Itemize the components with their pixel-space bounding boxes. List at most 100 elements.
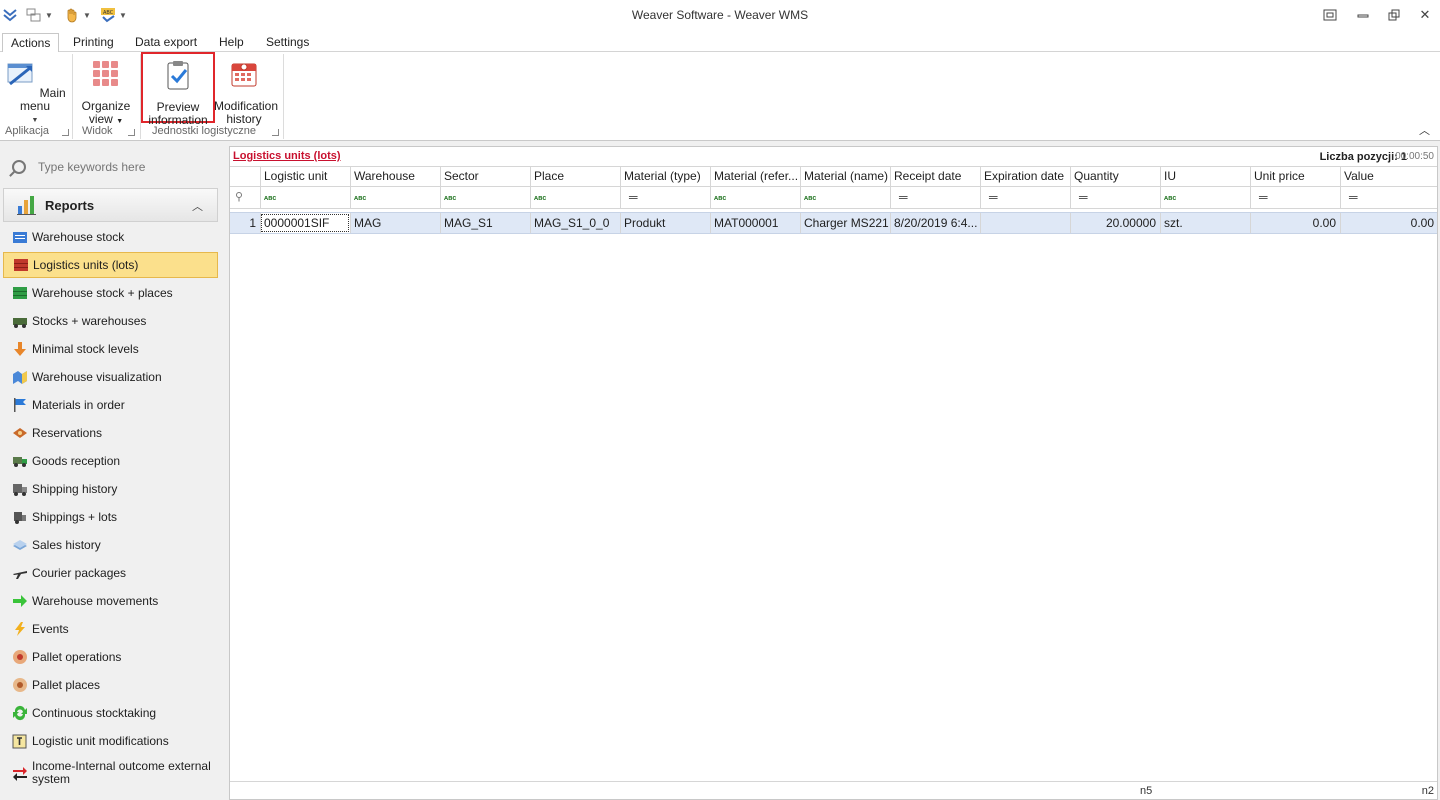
sidebar-item-pallet-places[interactable]: Pallet places: [3, 672, 218, 698]
sidebar-item-label: Pallet places: [32, 678, 101, 692]
modification-history-button[interactable]: Modification history: [214, 56, 278, 126]
group-launcher-icon[interactable]: [128, 129, 135, 136]
table-cell[interactable]: 0.00: [1340, 213, 1438, 233]
sidebar-item-label: Pallet operations: [32, 650, 122, 664]
column-filter-cell[interactable]: ᴀʙᴄ: [350, 187, 440, 208]
minimize-button[interactable]: [1354, 6, 1372, 24]
main-menu-icon: [7, 63, 33, 86]
column-filter-cell[interactable]: ᴀʙᴄ: [440, 187, 530, 208]
fullscreen-icon: [1323, 9, 1337, 21]
column-header[interactable]: Sector: [440, 167, 530, 186]
column-filter-cell[interactable]: ᴀʙᴄ: [800, 187, 890, 208]
pallet-places-icon: [13, 678, 27, 692]
refresh-icon: [13, 705, 27, 721]
column-header[interactable]: Unit price: [1250, 167, 1340, 186]
group-launcher-icon[interactable]: [272, 129, 279, 136]
column-filter-cell[interactable]: ═: [1340, 187, 1438, 208]
column-header[interactable]: Value: [1340, 167, 1438, 186]
sidebar-item-continuous-stocktaking[interactable]: Continuous stocktaking: [3, 700, 218, 726]
window-title: Weaver Software - Weaver WMS: [631, 8, 809, 22]
sidebar-item-pallet-operations[interactable]: Pallet operations: [3, 644, 218, 670]
tab-data-export[interactable]: Data export: [127, 33, 205, 53]
column-filter-cell[interactable]: ═: [1070, 187, 1160, 208]
sidebar-item-label: Shippings + lots: [32, 510, 118, 524]
table-cell[interactable]: 20.00000: [1070, 213, 1160, 233]
tab-help[interactable]: Help: [211, 33, 252, 53]
sidebar-item-warehouse-stock-places[interactable]: Warehouse stock + places: [3, 280, 218, 306]
sidebar-item-reservations[interactable]: Reservations: [3, 420, 218, 446]
pallet-operations-icon: [13, 650, 27, 664]
collapse-ribbon-icon[interactable]: ︿: [1419, 122, 1430, 138]
sidebar-item-shipping-history[interactable]: Shipping history: [3, 476, 218, 502]
equals-filter-icon: ═: [629, 190, 638, 204]
sidebar-item-materials-in-order[interactable]: Materials in order: [3, 392, 218, 418]
sidebar-item-warehouse-stock[interactable]: Warehouse stock: [3, 224, 218, 250]
group-launcher-icon[interactable]: [62, 129, 69, 136]
column-header[interactable]: Warehouse: [350, 167, 440, 186]
table-cell[interactable]: Charger MS221: [800, 213, 890, 233]
sidebar-item-shippings-lots[interactable]: Shippings + lots: [3, 504, 218, 530]
tab-actions[interactable]: Actions: [2, 33, 60, 53]
minimize-icon: [1357, 14, 1369, 18]
sidebar-item-courier-packages[interactable]: Courier packages: [3, 560, 218, 586]
table-cell[interactable]: MAG: [350, 213, 440, 233]
ribbon-tabs: Actions Printing Data export Help Settin…: [0, 30, 1440, 53]
table-cell[interactable]: [980, 213, 1070, 233]
column-filter-cell[interactable]: ᴀʙᴄ: [530, 187, 620, 208]
fullscreen-button[interactable]: [1321, 6, 1339, 24]
column-filter-cell[interactable]: ᴀʙᴄ: [710, 187, 800, 208]
search-input[interactable]: [38, 160, 208, 174]
column-header[interactable]: Material (name): [800, 167, 890, 186]
table-cell[interactable]: MAT000001: [710, 213, 800, 233]
column-filter-cell[interactable]: ═: [980, 187, 1070, 208]
preview-information-button[interactable]: Preview information: [141, 52, 215, 127]
column-header[interactable]: IU: [1160, 167, 1250, 186]
sidebar-item-goods-reception[interactable]: Goods reception: [3, 448, 218, 474]
sidebar-item-warehouse-visualization[interactable]: Warehouse visualization: [3, 364, 218, 390]
column-filter-cell[interactable]: ᴀʙᴄ: [260, 187, 350, 208]
text-filter-icon: ᴀʙᴄ: [1164, 195, 1177, 202]
column-filter-cell[interactable]: ═: [890, 187, 980, 208]
column-filter-cell[interactable]: ═: [1250, 187, 1340, 208]
table-cell[interactable]: MAG_S1: [440, 213, 530, 233]
table-cell[interactable]: 8/20/2019 6:4...: [890, 213, 980, 233]
sidebar-item-stocks-warehouses[interactable]: Stocks + warehouses: [3, 308, 218, 334]
table-cell[interactable]: 0.00: [1250, 213, 1340, 233]
sidebar-item-logistic-unit-modifications[interactable]: Logistic unit modifications: [3, 728, 218, 754]
sidebar-item-label: Logistic unit modifications: [32, 734, 169, 748]
column-filter-cell[interactable]: ═: [620, 187, 710, 208]
sidebar-item-events[interactable]: Events: [3, 616, 218, 642]
column-header[interactable]: Receipt date: [890, 167, 980, 186]
column-header[interactable]: Logistic unit: [260, 167, 350, 186]
sidebar-item-label: Warehouse stock: [32, 230, 125, 244]
search-box[interactable]: [8, 154, 218, 180]
column-header[interactable]: Material (refer...: [710, 167, 800, 186]
organize-view-button[interactable]: Organize view ▼: [80, 56, 132, 126]
tab-settings[interactable]: Settings: [258, 33, 317, 53]
sidebar-item-warehouse-movements[interactable]: Warehouse movements: [3, 588, 218, 614]
sidebar-item-income-internal-outcome-external-system[interactable]: Income-Internal outcome external system: [3, 758, 218, 788]
restore-button[interactable]: [1385, 6, 1403, 24]
sidebar-item-label: Stocks + warehouses: [32, 314, 147, 328]
column-header[interactable]: Expiration date: [980, 167, 1070, 186]
main-menu-button[interactable]: Main menu ▼: [4, 56, 66, 124]
sidebar-item-label: Warehouse stock + places: [32, 286, 173, 300]
ribbon: Main menu ▼ Organize view ▼ Preview info…: [0, 52, 1440, 141]
column-header[interactable]: Material (type): [620, 167, 710, 186]
sidebar-item-minimal-stock-levels[interactable]: Minimal stock levels: [3, 336, 218, 362]
column-filter-cell[interactable]: ᴀʙᴄ: [1160, 187, 1250, 208]
column-header[interactable]: Place: [530, 167, 620, 186]
sidebar-item-logistics-units-lots[interactable]: Logistics units (lots): [3, 252, 218, 278]
table-row[interactable]: 1 0000001SIF MAG MAG_S1 MAG_S1_0_0 Produkt MAT…: [230, 212, 1437, 234]
sidebar-item-sales-history[interactable]: Sales history: [3, 532, 218, 558]
table-cell[interactable]: szt.: [1160, 213, 1250, 233]
column-header[interactable]: Quantity: [1070, 167, 1160, 186]
stock-places-icon: [13, 287, 27, 299]
reports-group-header[interactable]: Reports ︿: [3, 188, 218, 222]
tab-printing[interactable]: Printing: [65, 33, 122, 53]
close-button[interactable]: ✕: [1416, 6, 1434, 24]
grid-title[interactable]: Logistics units (lots): [233, 150, 341, 162]
table-cell[interactable]: 0000001SIF: [260, 213, 350, 233]
table-cell[interactable]: Produkt: [620, 213, 710, 233]
table-cell[interactable]: MAG_S1_0_0: [530, 213, 620, 233]
